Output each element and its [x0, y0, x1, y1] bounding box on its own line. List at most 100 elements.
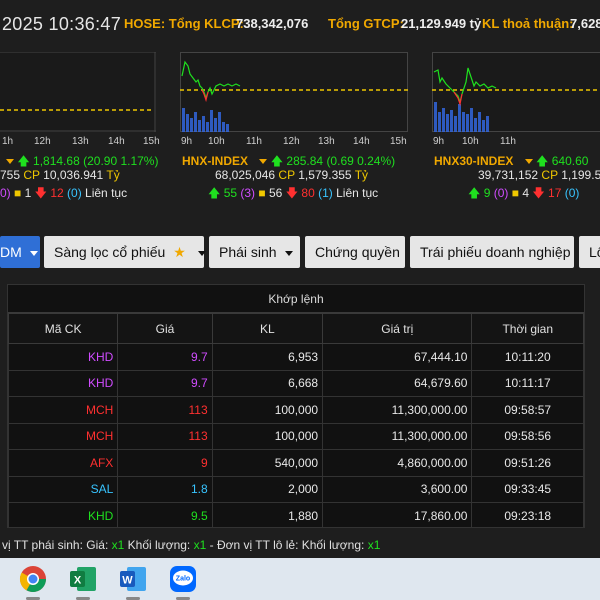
vnindex-chart[interactable]: [0, 52, 156, 132]
cell-volume: 100,000: [211, 396, 324, 424]
hnx30-summary-line2: 39,731,152 CP 1,199.54: [478, 168, 600, 182]
cell-volume: 2,000: [211, 475, 324, 503]
tab-odd-lot[interactable]: Lô: [579, 236, 600, 268]
table-row[interactable]: KHD 9.7 6,668 64,679.60 10:11:17: [8, 369, 584, 397]
table-row[interactable]: KHD 9.7 6,953 67,444.10 10:11:20: [8, 343, 584, 371]
cell-value: 11,300,000.00: [322, 422, 473, 450]
tab-warrants[interactable]: Chứng quyền: [305, 236, 405, 268]
chevron-down-icon: [284, 250, 293, 256]
square-icon: ■: [511, 186, 519, 200]
clock: 2025 10:36:47: [2, 14, 122, 34]
kl-thoathuan-value: 7,628: [570, 16, 600, 31]
tick-label: 13h: [318, 136, 335, 147]
svg-text:W: W: [122, 575, 133, 587]
star-icon: ★: [173, 244, 186, 260]
index-trade-value: 1,199.54: [561, 168, 600, 182]
index-value: 640.60: [551, 154, 589, 168]
windows-taskbar: X W Zalo: [0, 558, 600, 600]
up-count: 55: [223, 186, 238, 200]
tick-label: 10h: [208, 136, 225, 147]
table-row[interactable]: MCH 113 100,000 11,300,000.00 09:58:57: [8, 396, 584, 424]
cp-label: CP: [23, 168, 40, 182]
floor-count: (0): [564, 186, 580, 200]
hnx30-index-chart[interactable]: [432, 52, 600, 132]
col-symbol[interactable]: Mã CK: [8, 313, 119, 344]
vnindex-axis: 1h 12h 13h 14h 15h: [0, 136, 160, 150]
tab-dm[interactable]: DM: [0, 236, 40, 268]
tick-label: 9h: [433, 136, 445, 147]
excel-icon[interactable]: X: [68, 564, 98, 594]
cell-value: 4,860,000.00: [322, 449, 473, 477]
tab-corporate-bonds[interactable]: Trái phiếu doanh nghiệp: [410, 236, 574, 268]
tab-derivatives[interactable]: Phái sinh: [209, 236, 300, 268]
cell-volume: 1,880: [211, 502, 324, 527]
tick-label: 11h: [246, 136, 262, 147]
chevron-down-icon[interactable]: [6, 159, 14, 165]
cell-value: 64,679.60: [322, 369, 473, 397]
index-trade-value: 10,036.941: [43, 168, 104, 182]
index-volume: 68,025,046: [215, 168, 276, 182]
index-change: (0.69 0.24%): [326, 154, 396, 168]
tick-label: 1h: [2, 136, 14, 147]
hnx-summary-line3: 🡅 55 (3) ■ 56 🡇 80 (1) Liên tục: [208, 184, 378, 205]
chrome-icon[interactable]: [18, 564, 48, 594]
table-row[interactable]: MCH 113 100,000 11,300,000.00 09:58:56: [8, 422, 584, 450]
cell-price: 113: [117, 396, 213, 424]
tick-label: 13h: [72, 136, 89, 147]
ref-count: 56: [269, 186, 283, 200]
footer-oddlot-label: - Đơn vị TT lô lẻ: Khối lượng:: [209, 538, 365, 552]
table-row[interactable]: KHD 9.5 1,880 17,860.00 09:23:18: [8, 502, 584, 527]
hose-volume-label: HOSE: Tổng KLCP:: [124, 16, 244, 31]
col-volume[interactable]: KL: [211, 313, 324, 344]
table-row[interactable]: AFX 9 540,000 4,860,000.00 09:51:26: [8, 449, 584, 477]
cell-price: 1.8: [117, 475, 213, 503]
hnx-summary-line2: 68,025,046 CP 1,579.355 Tỷ: [215, 168, 368, 182]
matched-orders-table: Khớp lệnh Mã CK Giá KL Giá trị Thời gian…: [7, 284, 585, 528]
tick-label: 12h: [34, 136, 51, 147]
cell-time: 09:33:45: [471, 475, 584, 503]
arrow-down-icon: 🡇: [34, 186, 47, 200]
index-change: (20.90 1.17%): [83, 154, 159, 168]
cell-time: 09:58:57: [471, 396, 584, 424]
index-trade-value: 1,579.355: [298, 168, 352, 182]
hnx-index-chart[interactable]: [180, 52, 408, 132]
footer-price-multiplier: x1: [111, 538, 125, 552]
zalo-icon[interactable]: Zalo: [168, 564, 198, 594]
table-row[interactable]: SAL 1.8 2,000 3,600.00 09:33:45: [8, 475, 584, 503]
cp-label: CP: [541, 168, 558, 182]
cell-price: 9.7: [117, 343, 213, 371]
col-time[interactable]: Thời gian: [471, 313, 584, 344]
hnx30-index-axis: 9h 10h 11h: [432, 136, 600, 150]
chevron-down-icon[interactable]: [524, 159, 533, 165]
cell-symbol: MCH: [8, 422, 119, 450]
tick-label: 10h: [462, 136, 479, 147]
kl-thoathuan-label: KL thoả thuận:: [482, 16, 574, 31]
col-value[interactable]: Giá trị: [322, 313, 473, 344]
col-price[interactable]: Giá: [117, 313, 213, 344]
chevron-down-icon: [197, 250, 206, 256]
vnindex-summary-line3: 0) ■ 1 🡇 12 (0) Liên tục: [0, 184, 127, 205]
chevron-down-icon[interactable]: [259, 159, 268, 165]
footer-oddlot-multiplier: x1: [367, 538, 381, 552]
index-value: 285.84: [286, 154, 324, 168]
cell-symbol: KHD: [8, 369, 119, 397]
tick-label: 15h: [390, 136, 407, 147]
word-icon[interactable]: W: [118, 564, 148, 594]
cell-value: 3,600.00: [322, 475, 473, 503]
ref-count: 1: [24, 186, 32, 200]
index-volume: 39,731,152: [478, 168, 539, 182]
arrow-up-icon: 🡅: [208, 186, 221, 200]
footer-volume-label: Khối lượng:: [127, 538, 191, 552]
index-name: HNX30-INDEX: [434, 154, 514, 168]
cell-value: 67,444.10: [322, 343, 473, 371]
tick-label: 14h: [353, 136, 370, 147]
cell-symbol: KHD: [8, 343, 119, 371]
chevron-down-icon: [29, 250, 38, 256]
tab-stock-filter[interactable]: Sàng lọc cổ phiếu ★: [44, 236, 206, 268]
tick-label: 15h: [143, 136, 160, 147]
gtcp-label: Tổng GTCP:: [328, 16, 404, 31]
cell-volume: 540,000: [211, 449, 324, 477]
down-count: 80: [301, 186, 315, 200]
footer-prefix: vị TT phái sinh: Giá:: [2, 538, 109, 552]
index-value: 1,814.68: [33, 154, 80, 168]
